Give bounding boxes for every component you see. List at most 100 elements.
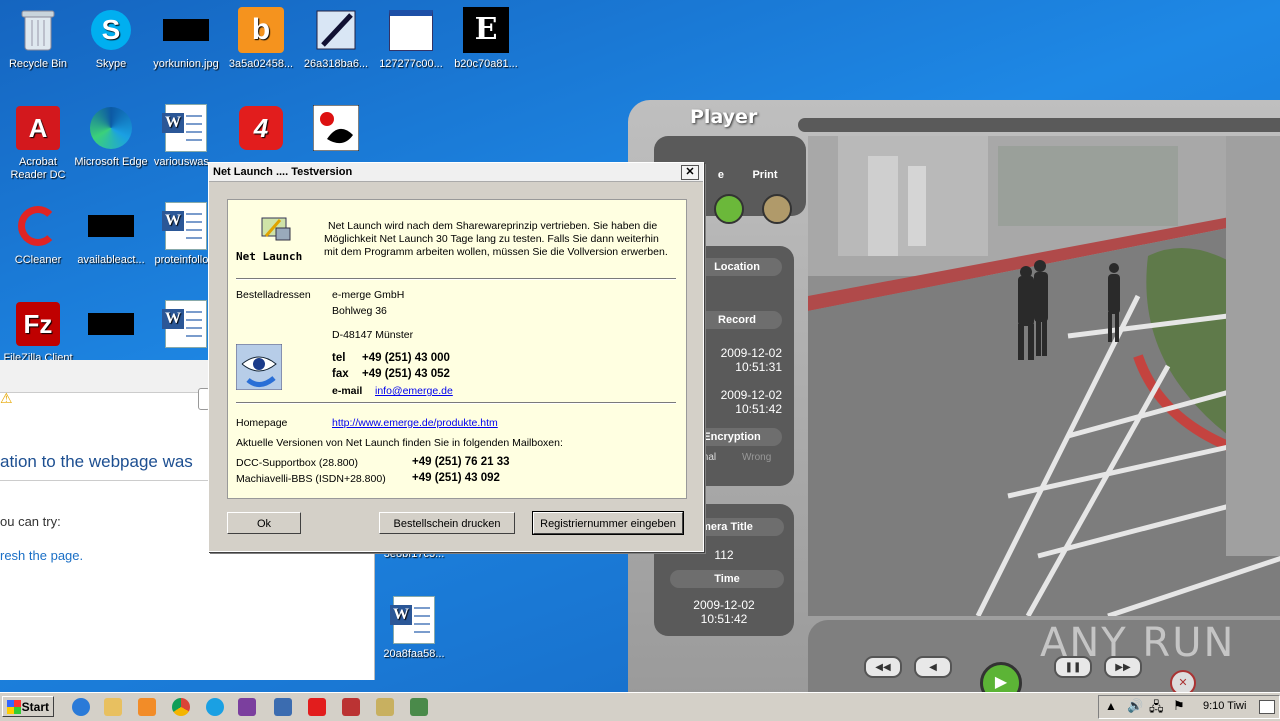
- icon-label: 127277c00...: [379, 58, 443, 70]
- word-document-icon: W: [162, 104, 210, 152]
- tool-icon: [312, 6, 360, 54]
- refresh-link[interactable]: resh the page.: [0, 548, 83, 563]
- play-button[interactable]: ▶: [980, 662, 1022, 692]
- record-start-time: 10:51:31: [735, 360, 782, 374]
- email-link[interactable]: info@emerge.de: [375, 385, 453, 397]
- network-app-icon[interactable]: [274, 698, 292, 716]
- icon-label: Microsoft Edge: [74, 156, 148, 168]
- edge-icon: [87, 104, 135, 152]
- app-e-icon: E: [462, 6, 510, 54]
- location-label: Location: [692, 258, 782, 276]
- company-name: e-merge GmbH: [332, 289, 405, 301]
- close-icon[interactable]: ✕: [681, 165, 699, 180]
- winrar-icon[interactable]: [238, 698, 256, 716]
- warning-icon: ⚠: [0, 390, 13, 406]
- image-thumbnail-icon: [162, 6, 210, 54]
- image-thumbnail-icon: [87, 300, 135, 348]
- time-label: Time: [670, 570, 784, 588]
- video-frame: [808, 136, 1280, 616]
- desktop-icon-eye-app[interactable]: [298, 104, 374, 156]
- time-date: 2009-12-02: [693, 598, 755, 612]
- homepage-link[interactable]: http://www.emerge.de/produkte.htm: [332, 417, 498, 429]
- record-end-date: 2009-12-02: [720, 388, 782, 402]
- record-label: Record: [692, 311, 782, 329]
- intro-line-1: Net Launch wird nach dem Sharewareprinzi…: [328, 220, 658, 232]
- net-launch-logo-icon: [258, 214, 292, 244]
- edge-taskbar-icon[interactable]: [206, 698, 224, 716]
- desktop-icon-3a5a[interactable]: b 3a5a02458...: [223, 6, 299, 71]
- media-player-icon[interactable]: [138, 698, 156, 716]
- desktop-icon-a4[interactable]: 4: [223, 104, 299, 156]
- show-desktop-icon[interactable]: [1259, 700, 1275, 714]
- network-icon[interactable]: 🖧: [1149, 698, 1164, 720]
- player-title-bar: [798, 118, 1280, 132]
- icon-label: Acrobat Reader DC: [10, 156, 66, 181]
- homepage-label: Homepage: [236, 417, 288, 429]
- desktop-icon-ccleaner[interactable]: CCleaner: [0, 202, 76, 267]
- email-label: e-mail: [332, 385, 363, 397]
- flag-icon[interactable]: ⚑: [1173, 698, 1185, 714]
- player-title: Player: [690, 106, 758, 128]
- mute-icon[interactable]: ✕: [1170, 670, 1196, 692]
- icon-label: 20a8faa58...: [383, 648, 445, 660]
- print-order-button[interactable]: Bestellschein drucken: [379, 512, 515, 534]
- time-time: 10:51:42: [700, 612, 748, 626]
- player-taskbar-icon[interactable]: [410, 698, 428, 716]
- a4-taskbar-icon[interactable]: [308, 698, 326, 716]
- mailbox-text: Aktuelle Versionen von Net Launch finden…: [236, 437, 563, 449]
- explorer-icon[interactable]: [104, 698, 122, 716]
- eye-app-icon: [312, 104, 360, 152]
- clock[interactable]: 9:10 Tiwi: [1203, 700, 1246, 712]
- desktop-icon-b20c[interactable]: E b20c70a81...: [448, 6, 524, 71]
- desktop-icon-recycle-bin[interactable]: Recycle Bin: [0, 6, 76, 71]
- desktop: Recycle Bin S Skype yorkunion.jpg b 3a5a…: [0, 0, 1280, 692]
- rewind-button[interactable]: ◀◀: [864, 656, 902, 678]
- icon-label: availableact...: [77, 254, 145, 266]
- image-thumbnail-icon: [87, 202, 135, 250]
- a4-app-icon: 4: [237, 104, 285, 152]
- desktop-icon-variouswas[interactable]: W variouswas...: [148, 104, 224, 169]
- chrome-icon[interactable]: [172, 698, 190, 716]
- desktop-icon-filezilla[interactable]: Fz FileZilla Client: [0, 300, 76, 365]
- dialog-body: Net Launch Net Launch wird nach dem Shar…: [227, 199, 687, 499]
- desktop-icon-edge[interactable]: Microsoft Edge: [73, 104, 149, 169]
- desktop-icon-26a3[interactable]: 26a318ba6...: [298, 6, 374, 71]
- desktop-icon-20a8[interactable]: W 20a8faa58...: [376, 596, 452, 661]
- desktop-icon-availableact[interactable]: availableact...: [73, 202, 149, 267]
- desktop-icon-acrobat[interactable]: A Acrobat Reader DC: [0, 104, 76, 182]
- desktop-icon-skype[interactable]: S Skype: [73, 6, 149, 71]
- start-label: Start: [21, 700, 49, 714]
- error-heading: ation to the webpage was: [0, 452, 193, 471]
- bandicam-icon: b: [237, 6, 285, 54]
- step-back-button[interactable]: ◀: [914, 656, 952, 678]
- icon-label: b20c70a81...: [454, 58, 518, 70]
- recycle-bin-icon: [14, 6, 62, 54]
- logo-text: Net Launch: [236, 250, 303, 263]
- ie-icon[interactable]: [72, 698, 90, 716]
- intro-line-3: mit dem Programm arbeiten wollen, müssen…: [324, 246, 668, 258]
- tray-expand-icon[interactable]: ▲: [1105, 699, 1117, 713]
- ok-button[interactable]: Ok: [227, 512, 301, 534]
- print-label: Print: [752, 169, 778, 181]
- desktop-icon-1272[interactable]: 127277c00...: [373, 6, 449, 71]
- record-end-time: 10:51:42: [735, 402, 782, 416]
- register-button[interactable]: Registriernummer eingeben: [532, 511, 684, 535]
- desktop-icon-black-file[interactable]: [73, 300, 149, 352]
- skype-icon: S: [87, 6, 135, 54]
- desktop-icon-yorkunion[interactable]: yorkunion.jpg: [148, 6, 224, 71]
- acrobat-icon: A: [14, 104, 62, 152]
- ccleaner-icon: [14, 202, 62, 250]
- eye-logo-icon: [235, 343, 283, 391]
- player-window: Player e Print Location Record 2009-12-0…: [628, 100, 1280, 692]
- order-label: Bestelladressen: [236, 289, 311, 301]
- filezilla-icon: Fz: [14, 300, 62, 348]
- record-start-date: 2009-12-02: [720, 346, 782, 360]
- save-button[interactable]: [714, 194, 744, 224]
- volume-icon[interactable]: 🔊: [1127, 698, 1143, 714]
- start-button[interactable]: Start: [2, 696, 54, 717]
- print-button[interactable]: [762, 194, 792, 224]
- people-app-icon[interactable]: [342, 698, 360, 716]
- monitor-app-icon[interactable]: [376, 698, 394, 716]
- street: Bohlweg 36: [332, 305, 387, 317]
- city: D-48147 Münster: [332, 329, 414, 341]
